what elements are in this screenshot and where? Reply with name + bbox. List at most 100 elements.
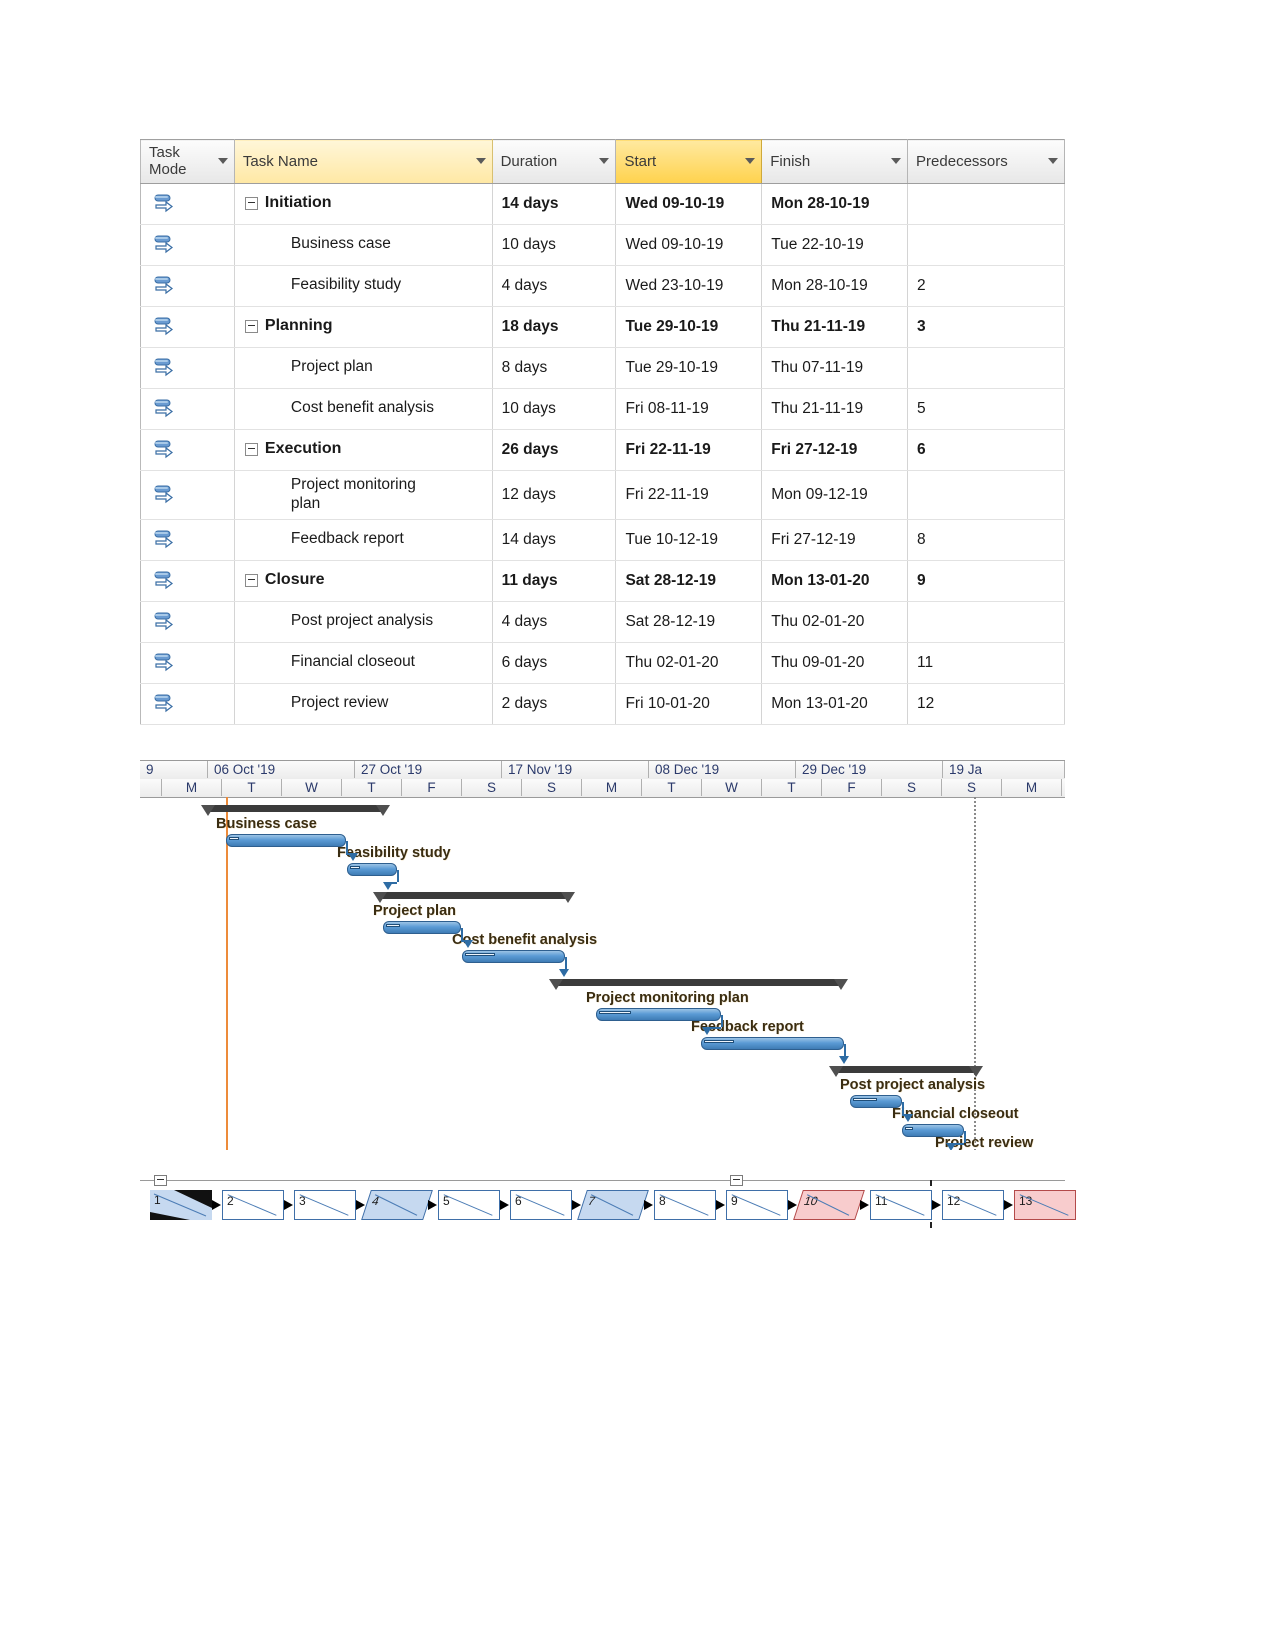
network-node[interactable]: 12 bbox=[942, 1190, 1004, 1220]
cell-start[interactable]: Thu 02-01-20 bbox=[615, 642, 763, 684]
network-node[interactable]: 9 bbox=[726, 1190, 788, 1220]
cell-task-name[interactable]: Feasibility study bbox=[234, 265, 493, 307]
table-row[interactable]: Feedback report 14 days Tue 10-12-19 Fri 27… bbox=[140, 519, 1065, 561]
cell-start[interactable]: Wed 09-10-19 bbox=[615, 224, 763, 266]
cell-start[interactable]: Fri 22-11-19 bbox=[615, 470, 763, 520]
chevron-down-icon[interactable] bbox=[599, 158, 610, 165]
network-node[interactable]: 8 bbox=[654, 1190, 716, 1220]
cell-predecessors[interactable] bbox=[907, 183, 1065, 225]
table-row[interactable]: Financial closeout 6 days Thu 02-01-20 Thu … bbox=[140, 642, 1065, 684]
cell-task-mode[interactable] bbox=[140, 265, 235, 307]
table-row[interactable]: Initiation 14 days Wed 09-10-19 Mon 28-10-1… bbox=[140, 183, 1065, 225]
cell-predecessors[interactable] bbox=[907, 470, 1065, 520]
cell-finish[interactable]: Mon 13-01-20 bbox=[761, 683, 909, 725]
cell-start[interactable]: Wed 23-10-19 bbox=[615, 265, 763, 307]
network-node[interactable]: 10 bbox=[793, 1190, 865, 1220]
cell-task-mode[interactable] bbox=[140, 519, 235, 561]
cell-duration[interactable]: 26 days bbox=[492, 429, 617, 471]
cell-duration[interactable]: 14 days bbox=[492, 183, 617, 225]
network-node[interactable]: 1 bbox=[150, 1190, 212, 1220]
column-header-predecessors[interactable]: Predecessors bbox=[907, 139, 1065, 184]
column-header-task-mode[interactable]: Task Mode bbox=[140, 139, 235, 184]
cell-finish[interactable]: Fri 27-12-19 bbox=[761, 429, 909, 471]
cell-duration[interactable]: 11 days bbox=[492, 560, 617, 602]
cell-finish[interactable]: Mon 28-10-19 bbox=[761, 265, 909, 307]
cell-duration[interactable]: 10 days bbox=[492, 388, 617, 430]
cell-start[interactable]: Tue 10-12-19 bbox=[615, 519, 763, 561]
cell-finish[interactable]: Thu 07-11-19 bbox=[761, 347, 909, 389]
cell-finish[interactable]: Thu 02-01-20 bbox=[761, 601, 909, 643]
cell-task-mode[interactable] bbox=[140, 388, 235, 430]
cell-task-name[interactable]: Financial closeout bbox=[234, 642, 493, 684]
cell-task-mode[interactable] bbox=[140, 183, 235, 225]
gantt-task-bar[interactable] bbox=[347, 863, 397, 876]
cell-task-mode[interactable] bbox=[140, 560, 235, 602]
cell-task-mode[interactable] bbox=[140, 470, 235, 520]
cell-task-name[interactable]: Project monitoring plan bbox=[234, 470, 493, 520]
column-header-finish[interactable]: Finish bbox=[761, 139, 909, 184]
table-row[interactable]: Business case 10 days Wed 09-10-19 Tue 22-1… bbox=[140, 224, 1065, 266]
chevron-down-icon[interactable] bbox=[891, 158, 902, 165]
cell-start[interactable]: Sat 28-12-19 bbox=[615, 601, 763, 643]
cell-duration[interactable]: 2 days bbox=[492, 683, 617, 725]
cell-task-name[interactable]: Execution bbox=[234, 429, 493, 471]
cell-start[interactable]: Wed 09-10-19 bbox=[615, 183, 763, 225]
network-node[interactable]: 11 bbox=[870, 1190, 932, 1220]
cell-finish[interactable]: Thu 21-11-19 bbox=[761, 306, 909, 348]
table-row[interactable]: Project plan 8 days Tue 29-10-19 Thu 07-11-… bbox=[140, 347, 1065, 389]
cell-predecessors[interactable]: 2 bbox=[907, 265, 1065, 307]
cell-finish[interactable]: Mon 28-10-19 bbox=[761, 183, 909, 225]
column-header-task-name[interactable]: Task Name bbox=[234, 139, 493, 184]
cell-duration[interactable]: 10 days bbox=[492, 224, 617, 266]
expand-collapse-icon[interactable] bbox=[244, 320, 258, 333]
collapse-toggle-group-2[interactable] bbox=[730, 1175, 743, 1186]
network-node[interactable]: 13 bbox=[1014, 1190, 1076, 1220]
collapse-toggle-group-1[interactable] bbox=[154, 1175, 167, 1186]
network-node[interactable]: 3 bbox=[294, 1190, 356, 1220]
cell-predecessors[interactable]: 12 bbox=[907, 683, 1065, 725]
cell-duration[interactable]: 6 days bbox=[492, 642, 617, 684]
table-row[interactable]: Planning 18 days Tue 29-10-19 Thu 21-11-19 3 bbox=[140, 306, 1065, 348]
cell-predecessors[interactable]: 8 bbox=[907, 519, 1065, 561]
expand-collapse-icon[interactable] bbox=[244, 574, 258, 587]
cell-start[interactable]: Sat 28-12-19 bbox=[615, 560, 763, 602]
cell-predecessors[interactable]: 6 bbox=[907, 429, 1065, 471]
cell-task-name[interactable]: Planning bbox=[234, 306, 493, 348]
table-row[interactable]: Closure 11 days Sat 28-12-19 Mon 13-01-20 9 bbox=[140, 560, 1065, 602]
gantt-task-bar[interactable] bbox=[462, 950, 565, 963]
cell-duration[interactable]: 8 days bbox=[492, 347, 617, 389]
cell-task-mode[interactable] bbox=[140, 429, 235, 471]
cell-duration[interactable]: 12 days bbox=[492, 470, 617, 520]
chevron-down-icon[interactable] bbox=[475, 158, 486, 165]
cell-predecessors[interactable]: 9 bbox=[907, 560, 1065, 602]
network-node[interactable]: 5 bbox=[438, 1190, 500, 1220]
cell-start[interactable]: Fri 08-11-19 bbox=[615, 388, 763, 430]
cell-task-mode[interactable] bbox=[140, 224, 235, 266]
chevron-down-icon[interactable] bbox=[217, 158, 228, 165]
cell-task-mode[interactable] bbox=[140, 683, 235, 725]
cell-task-name[interactable]: Closure bbox=[234, 560, 493, 602]
cell-task-name[interactable]: Project review bbox=[234, 683, 493, 725]
cell-predecessors[interactable] bbox=[907, 224, 1065, 266]
cell-predecessors[interactable]: 5 bbox=[907, 388, 1065, 430]
cell-task-mode[interactable] bbox=[140, 642, 235, 684]
chevron-down-icon[interactable] bbox=[745, 158, 756, 165]
table-row[interactable]: Project monitoring plan 12 days Fri 22-11-… bbox=[140, 470, 1065, 520]
gantt-task-bar[interactable] bbox=[383, 921, 461, 934]
chevron-down-icon[interactable] bbox=[1048, 158, 1058, 165]
expand-collapse-icon[interactable] bbox=[244, 197, 258, 210]
gantt-summary-bar[interactable] bbox=[373, 892, 575, 903]
cell-task-mode[interactable] bbox=[140, 306, 235, 348]
cell-finish[interactable]: Tue 22-10-19 bbox=[761, 224, 909, 266]
gantt-summary-bar[interactable] bbox=[201, 805, 390, 816]
table-row[interactable]: Project review 2 days Fri 10-01-20 Mon 13-0… bbox=[140, 683, 1065, 725]
cell-start[interactable]: Tue 29-10-19 bbox=[615, 306, 763, 348]
cell-duration[interactable]: 4 days bbox=[492, 265, 617, 307]
cell-finish[interactable]: Fri 27-12-19 bbox=[761, 519, 909, 561]
cell-task-mode[interactable] bbox=[140, 601, 235, 643]
cell-finish[interactable]: Thu 09-01-20 bbox=[761, 642, 909, 684]
cell-predecessors[interactable] bbox=[907, 347, 1065, 389]
cell-duration[interactable]: 4 days bbox=[492, 601, 617, 643]
expand-collapse-icon[interactable] bbox=[244, 443, 258, 456]
column-header-duration[interactable]: Duration bbox=[492, 139, 617, 184]
